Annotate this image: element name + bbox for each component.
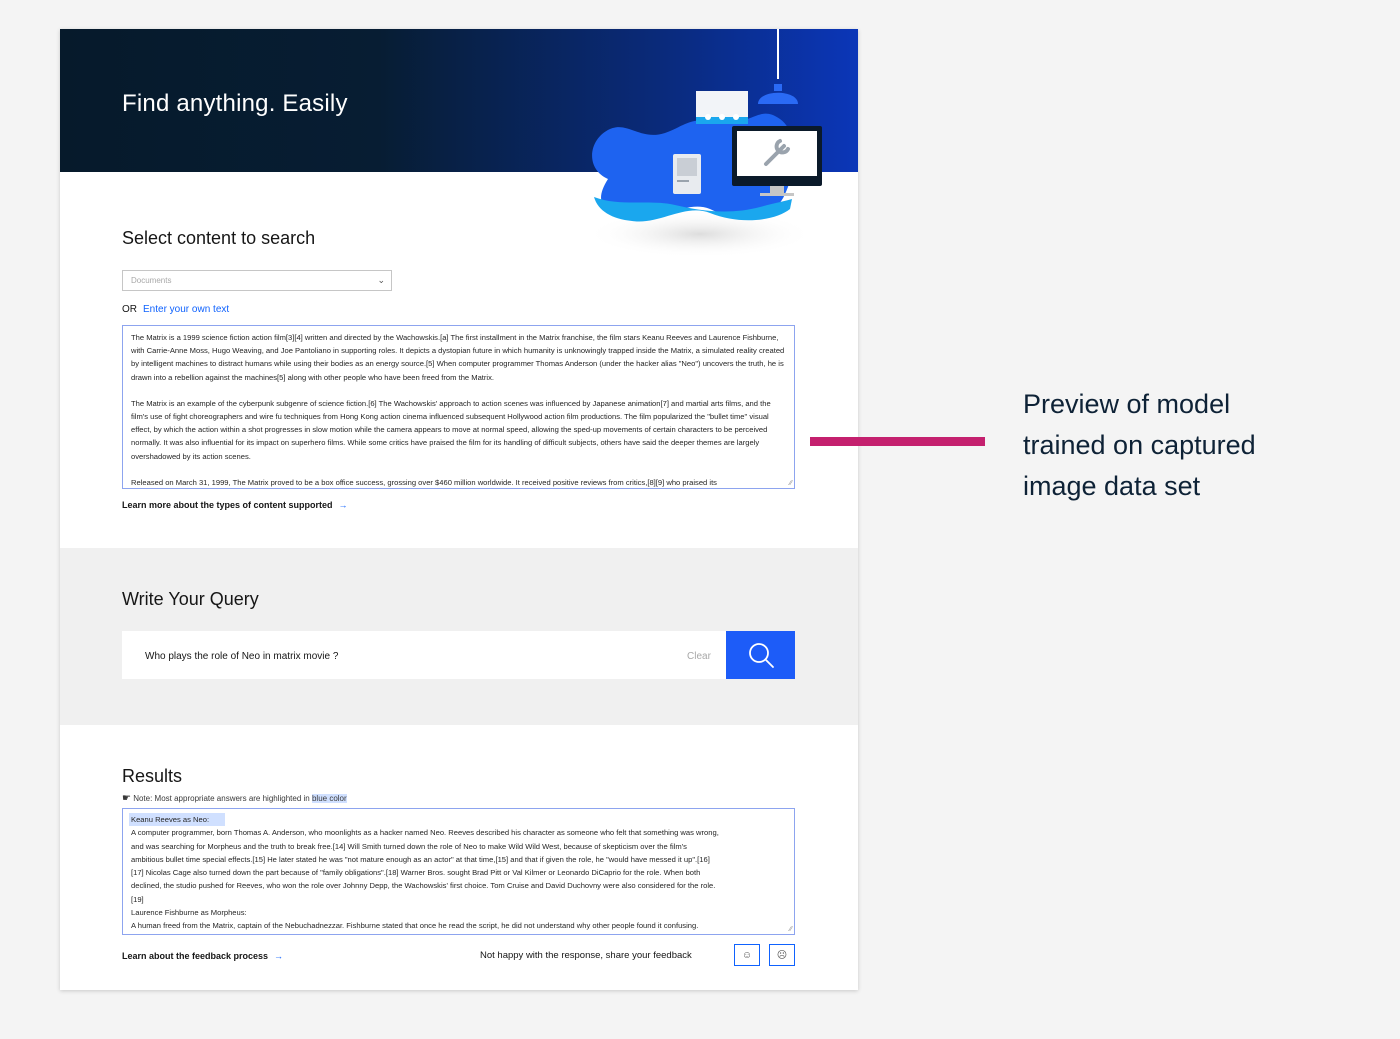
query-section-title: Write Your Query [122,589,259,609]
enter-own-text-link[interactable]: Enter your own text [143,304,229,315]
result-heading: Keanu Reeves as Neo: [129,813,786,827]
results-section-title: Results [122,766,183,786]
learn-more-label: Learn more about the types of content su… [122,500,333,510]
frown-icon: ☹ [776,949,788,961]
feedback-prompt: Not happy with the response, share your … [480,950,692,961]
callout-connector [810,437,985,446]
resize-handle-icon[interactable]: ∕∕ [790,926,792,933]
arrow-right-icon: → [338,500,348,510]
result-line: A human freed from the Matrix, captain o… [131,921,699,931]
app-card: Find anything. Easily Select content to … [60,29,858,990]
document-paragraph: Released on March 31, 1999, The Matrix p… [131,477,717,487]
result-line: A computer programmer, born Thomas A. An… [131,828,719,838]
or-label: OR [122,304,137,315]
document-paragraph: The Matrix is an example of the cyberpun… [131,398,771,461]
result-line: [17] Nicolas Cage also turned down the p… [131,868,701,878]
annotation-line: image data set [1023,471,1201,501]
results-note: ☛ Note: Most appropriate answers are hig… [122,793,347,804]
content-type-select[interactable]: Documents ⌄ [122,270,392,291]
result-line: [19] [131,894,144,904]
search-button[interactable] [726,631,795,679]
or-line: OR Enter your own text [122,304,229,315]
note-text: Note: Most appropriate answers are highl… [133,794,310,803]
document-textarea[interactable]: The Matrix is a 1999 science fiction act… [122,325,795,489]
result-line: Laurence Fishburne as Morpheus: [131,908,247,918]
results-textarea[interactable]: Keanu Reeves as Neo: A computer programm… [122,808,795,935]
query-input[interactable]: Who plays the role of Neo in matrix movi… [122,631,726,679]
query-value: Who plays the role of Neo in matrix movi… [145,651,339,662]
hero-title: Find anything. Easily [122,90,348,117]
select-value: Documents [131,276,172,285]
result-line: declined, the studio pushed for Reeves, … [131,881,716,891]
resize-handle-icon[interactable]: ∕∕ [790,480,792,487]
arrow-right-icon: → [274,951,284,961]
annotation-line: trained on captured [1023,430,1256,460]
result-line: ambitious bullet time special effects.[1… [131,854,710,864]
feedback-negative-button[interactable]: ☹ [769,944,795,966]
learn-feedback-label: Learn about the feedback process [122,951,269,961]
search-icon [749,643,774,668]
content-section-title: Select content to search [122,228,316,248]
callout-annotation: Preview of model trained on captured ima… [1023,384,1323,507]
pointing-hand-icon: ☛ [122,793,131,804]
clear-button[interactable]: Clear [687,651,711,662]
result-line: and was searching for Morpheus and the t… [131,841,687,851]
workspace-illustration-icon [585,29,822,258]
feedback-positive-button[interactable]: ☺ [734,944,760,966]
learn-feedback-link[interactable]: Learn about the feedback process → [122,951,283,961]
learn-more-content-link[interactable]: Learn more about the types of content su… [122,500,348,510]
document-paragraph: The Matrix is a 1999 science fiction act… [131,333,785,382]
chevron-down-icon: ⌄ [377,275,385,285]
highlighted-answer: Keanu Reeves as Neo: [129,813,226,827]
note-highlight: blue color [311,794,347,803]
annotation-line: Preview of model [1023,389,1231,419]
smile-icon: ☺ [741,949,753,961]
